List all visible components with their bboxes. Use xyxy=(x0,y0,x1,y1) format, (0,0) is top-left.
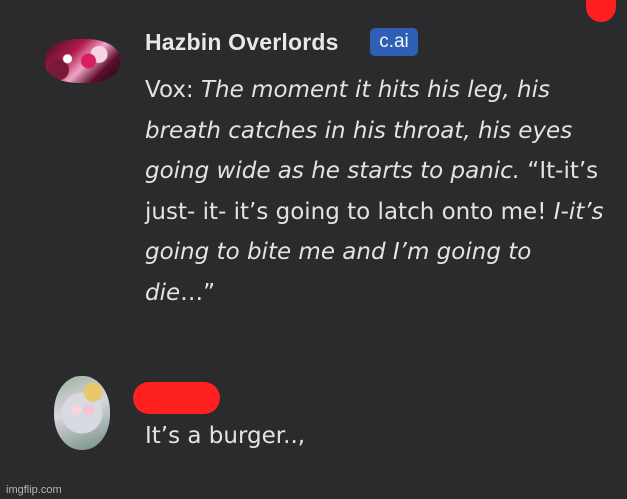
bot-message-text: Vox: The moment it hits his leg, his bre… xyxy=(145,70,605,313)
watermark: imgflip.com xyxy=(6,484,62,496)
message-segment: …” xyxy=(180,279,216,306)
user-avatar[interactable] xyxy=(54,376,110,450)
message-segment-italic: The moment it hits his leg, his breath c… xyxy=(145,77,573,184)
bot-name[interactable]: Hazbin Overlords xyxy=(145,29,339,56)
message-segment: Vox: xyxy=(145,77,201,103)
cai-badge: c.ai xyxy=(370,28,418,56)
user-message-text: It’s a burger.., xyxy=(145,423,306,449)
redaction-dot xyxy=(586,0,616,22)
redacted-username xyxy=(133,382,220,414)
bot-avatar[interactable] xyxy=(45,39,120,83)
